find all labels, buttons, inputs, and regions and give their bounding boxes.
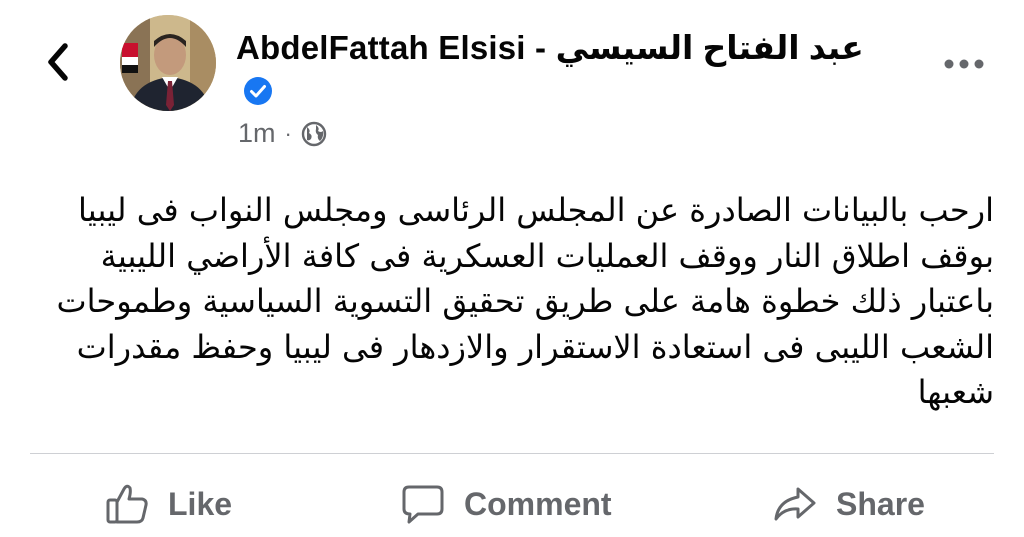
share-label: Share: [836, 485, 925, 522]
avatar[interactable]: [120, 15, 216, 111]
author-name[interactable]: AbdelFattah Elsisi - عبد الفتاح السيسي: [236, 28, 864, 67]
actions-divider: [30, 453, 994, 454]
speech-bubble-icon: [402, 485, 444, 524]
globe-icon[interactable]: [301, 121, 327, 147]
more-horizontal-icon: [944, 59, 984, 69]
post-text-line: بوقف اطلاق النار ووقف العمليات العسكرية …: [100, 236, 994, 275]
profile-photo: [120, 15, 216, 111]
post-page: AbdelFattah Elsisi - عبد الفتاح السيسي 1…: [0, 0, 1024, 537]
post-text-line: باعتبار ذلك خطوة هامة على طريق تحقيق الت…: [56, 282, 994, 320]
chevron-left-icon: [48, 43, 68, 81]
post-text-line: الشعب الليبى فى استعادة الاستقرار والازد…: [76, 327, 994, 366]
post-body: ارحب بالبيانات الصادرة عن المجلس الرئاسى…: [30, 188, 994, 416]
back-button[interactable]: [36, 40, 80, 84]
comment-button[interactable]: Comment: [400, 478, 612, 530]
post-text-line: ارحب بالبيانات الصادرة عن المجلس الرئاسى…: [78, 191, 994, 229]
like-button[interactable]: Like: [104, 478, 232, 530]
meta-separator: ·: [284, 120, 292, 146]
verified-badge-icon: [244, 77, 272, 105]
like-label: Like: [168, 485, 233, 522]
post-meta: 1m ·: [238, 118, 327, 149]
post-timestamp[interactable]: 1m: [238, 118, 276, 149]
share-button[interactable]: Share: [772, 478, 925, 530]
thumbs-up-icon: [106, 484, 148, 524]
more-options-button[interactable]: [940, 48, 988, 80]
comment-label: Comment: [464, 485, 612, 522]
post-text-line: شعبها: [917, 373, 994, 411]
share-arrow-icon: [774, 487, 816, 521]
